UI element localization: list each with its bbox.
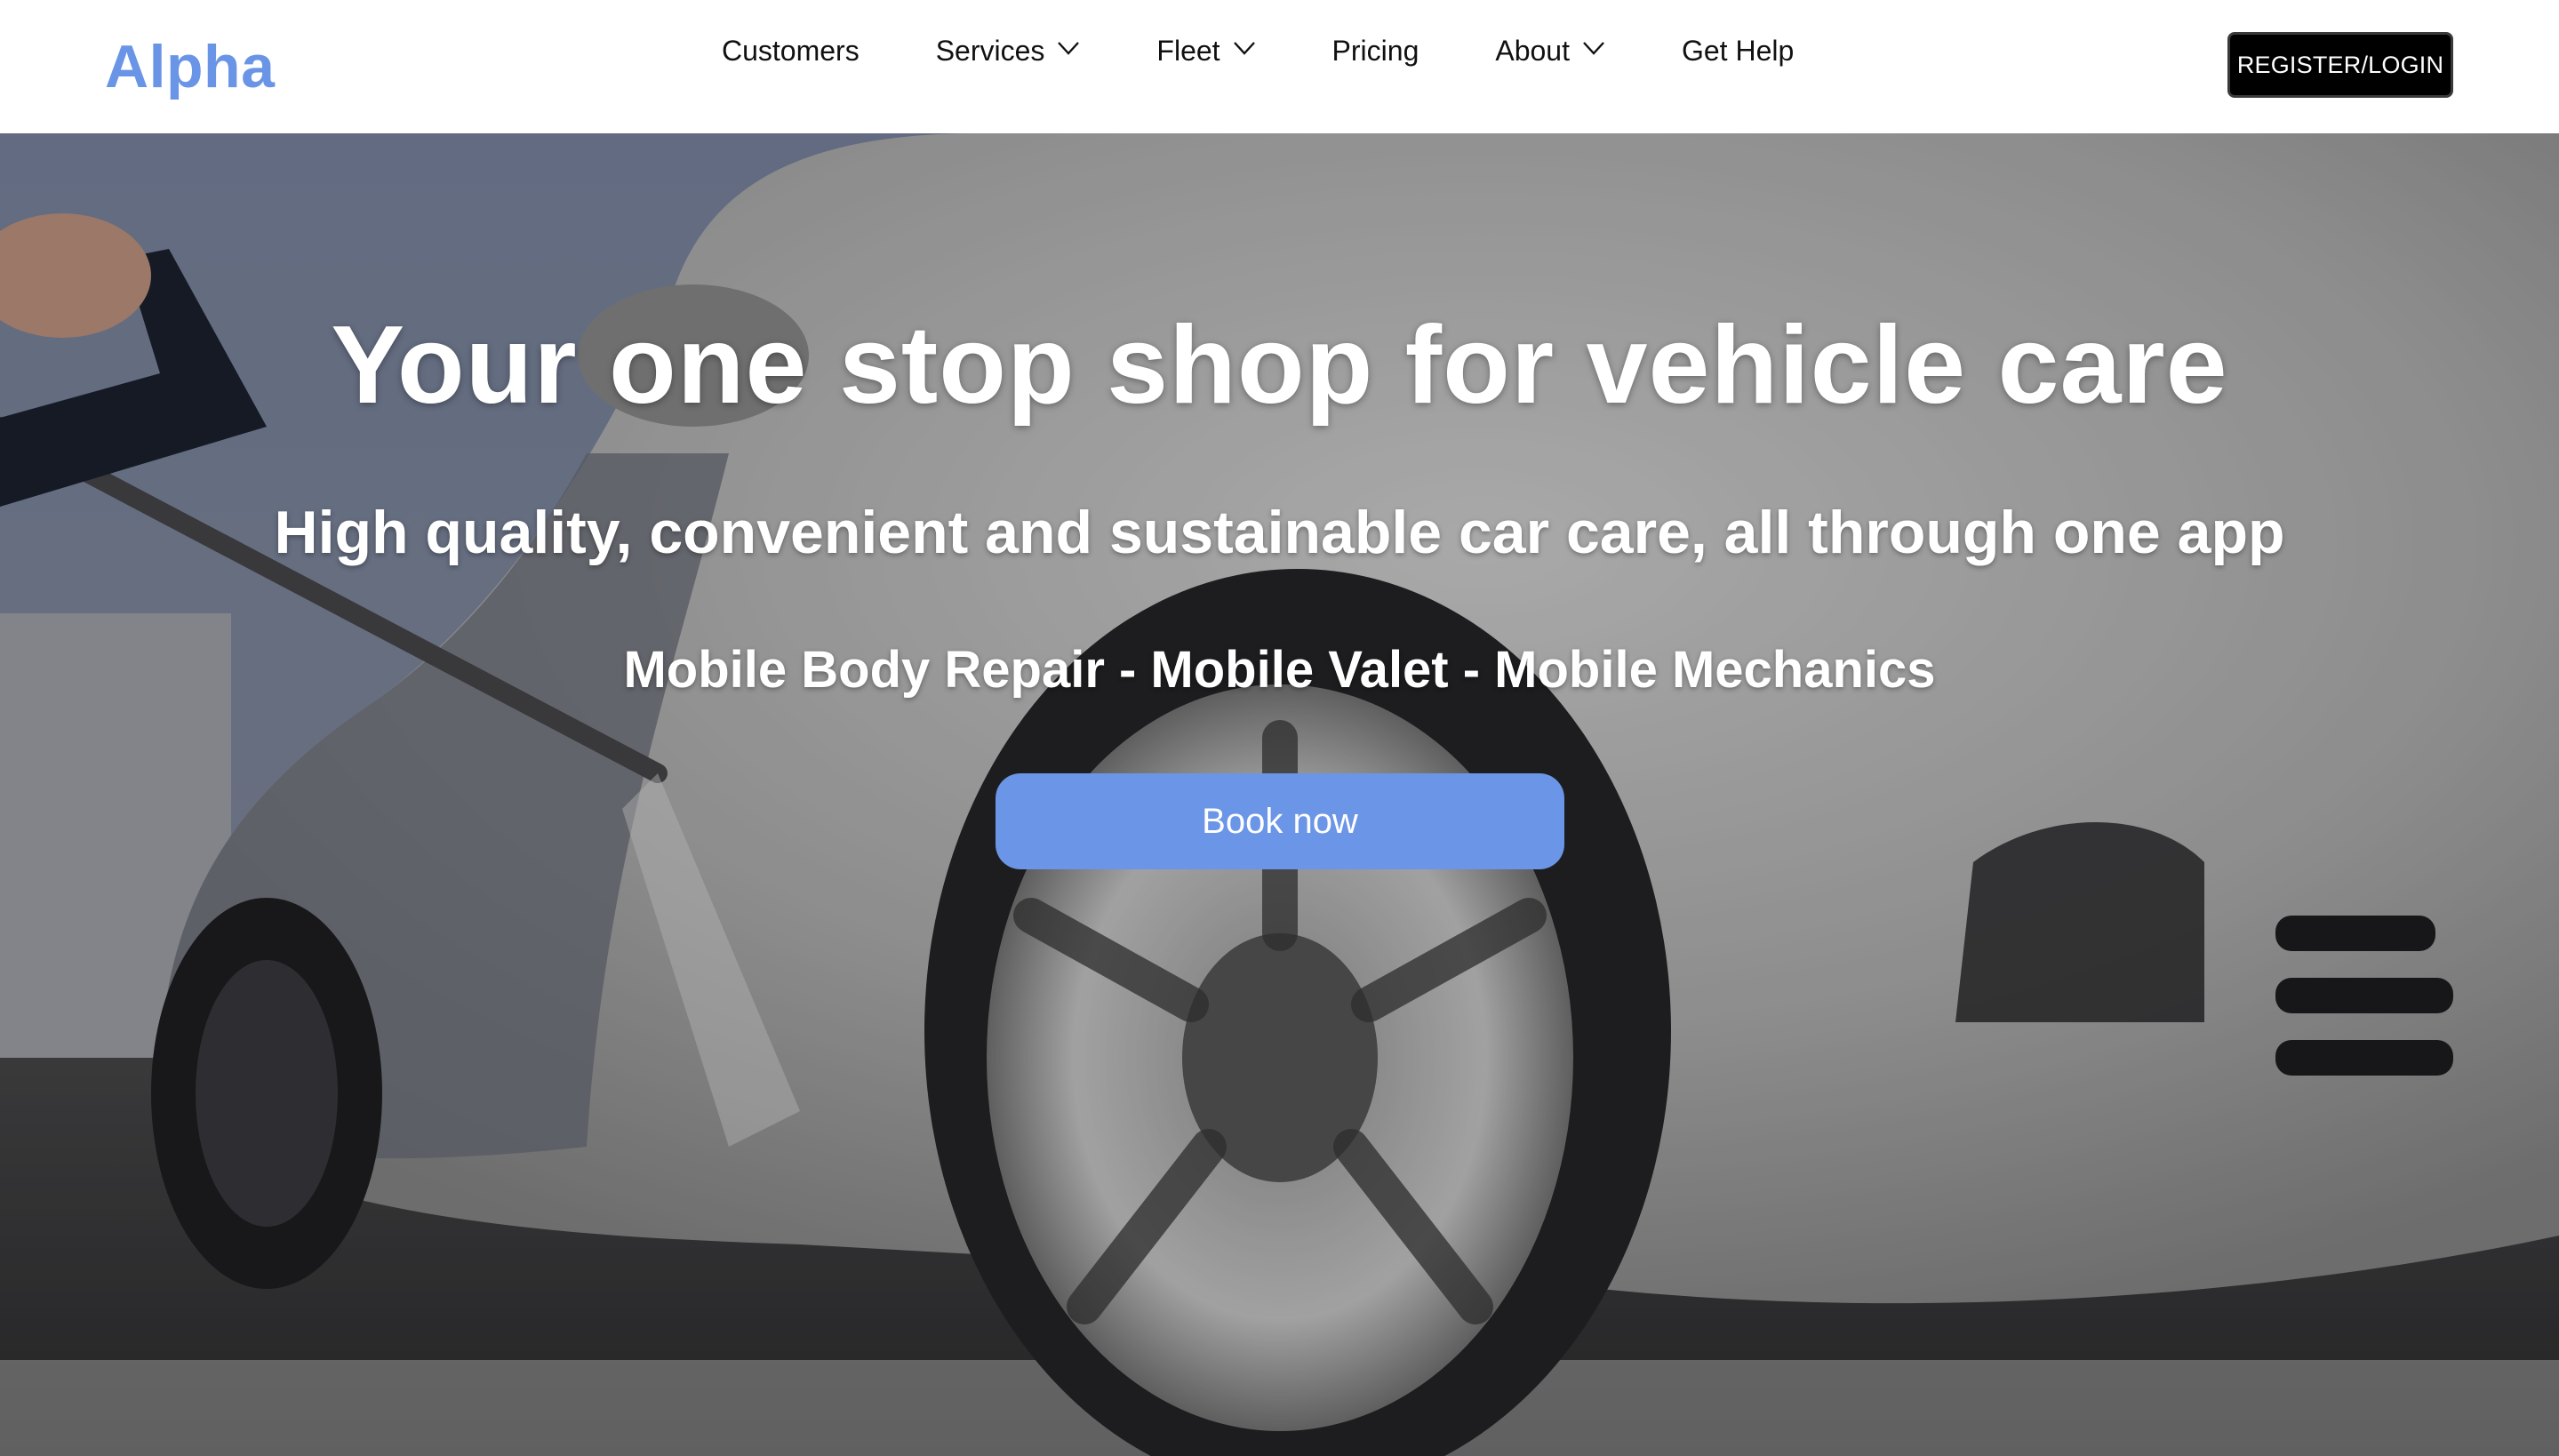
register-login-button[interactable]: REGISTER/LOGIN <box>2227 32 2453 98</box>
nav-item-label: Services <box>935 34 1045 67</box>
hero-section: Your one stop shop for vehicle care High… <box>0 133 2559 1456</box>
nav-item-label: Pricing <box>1331 34 1419 67</box>
page: Alpha Customers Services Fleet Pricing A… <box>0 0 2559 1456</box>
nav-item-label: About <box>1495 34 1570 67</box>
nav-item-label: Customers <box>722 34 860 67</box>
main-nav: Customers Services Fleet Pricing About G… <box>722 28 1794 73</box>
chevron-down-icon <box>1233 42 1255 55</box>
site-header: Alpha Customers Services Fleet Pricing A… <box>0 0 2559 133</box>
nav-item-customers[interactable]: Customers <box>722 35 860 68</box>
hero-services-list: Mobile Body Repair - Mobile Valet - Mobi… <box>623 641 1936 699</box>
book-now-button[interactable]: Book now <box>996 773 1564 869</box>
brand-logo[interactable]: Alpha <box>105 32 275 101</box>
nav-item-fleet[interactable]: Fleet <box>1156 35 1255 68</box>
nav-item-label: Fleet <box>1156 34 1220 67</box>
nav-item-pricing[interactable]: Pricing <box>1332 35 1419 68</box>
nav-item-get-help[interactable]: Get Help <box>1682 35 1794 68</box>
nav-item-about[interactable]: About <box>1495 35 1605 68</box>
nav-item-label: Get Help <box>1681 34 1795 67</box>
chevron-down-icon <box>1058 42 1080 55</box>
chevron-down-icon <box>1583 42 1604 55</box>
hero-title: Your one stop shop for vehicle care <box>331 304 2228 427</box>
hero-subtitle: High quality, convenient and sustainable… <box>274 499 2285 566</box>
nav-item-services[interactable]: Services <box>936 35 1081 68</box>
